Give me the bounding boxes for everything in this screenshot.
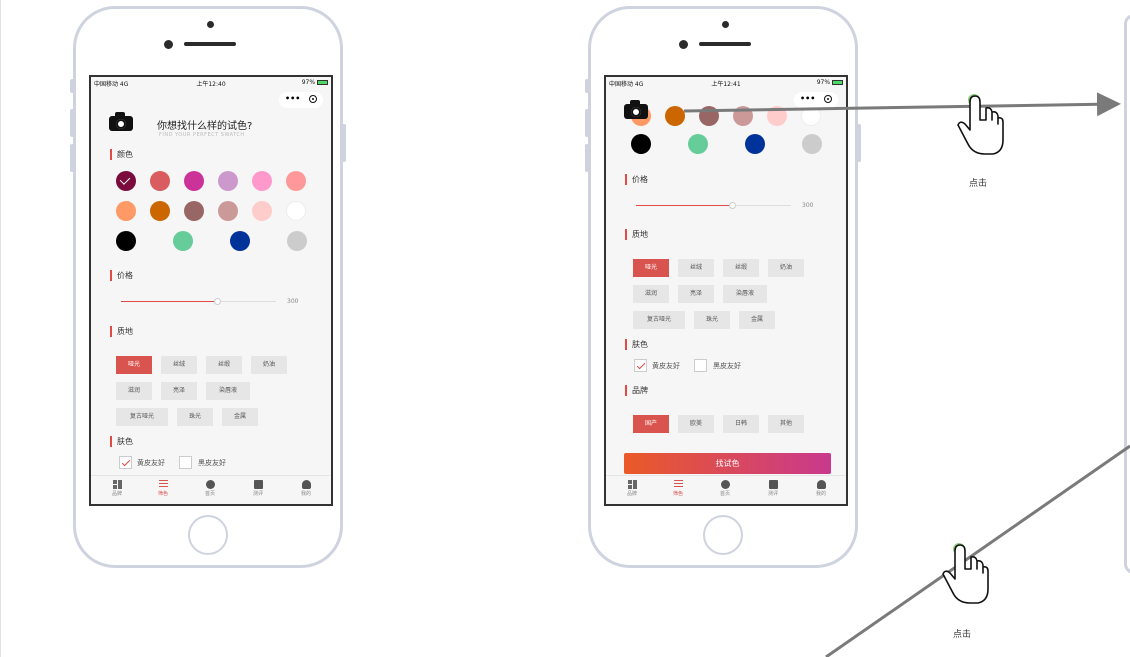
click-annotation-bottom: 点击: [953, 630, 972, 640]
arrow-icon: [683, 92, 1121, 117]
click-annotation-top: 点击: [969, 179, 988, 189]
hand-pointer-icon: [942, 543, 989, 604]
hand-pointer-icon: [957, 94, 1004, 155]
